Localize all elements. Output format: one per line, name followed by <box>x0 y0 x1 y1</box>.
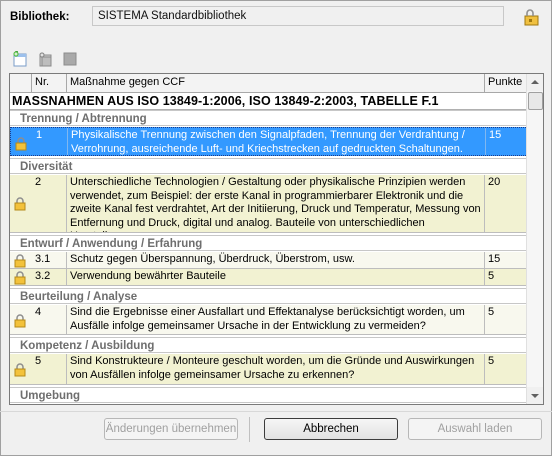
lock-icon <box>14 363 26 377</box>
divider <box>0 411 552 412</box>
apply-changes-button[interactable]: Änderungen übernehmen <box>104 418 238 440</box>
lock-icon <box>15 137 27 151</box>
header-lock-col[interactable] <box>10 74 32 92</box>
table-row[interactable]: 3.2 Verwendung bewährter Bauteile 5 <box>10 269 528 286</box>
group-header[interactable]: Entwurf / Anwendung / Erfahrung <box>10 235 528 251</box>
library-label: Bibliothek: <box>10 11 70 23</box>
table-row[interactable]: 3.1 Schutz gegen Überspannung, Überdruck… <box>10 252 528 269</box>
lock-icon <box>14 254 26 268</box>
row-nr: 2 <box>32 175 67 232</box>
row-measure: Verwendung bewährter Bauteile <box>67 269 485 285</box>
header-measure[interactable]: Maßnahme gegen CCF <box>67 74 485 92</box>
row-measure: Sind Konstrukteure / Monteure geschult w… <box>67 354 485 384</box>
divider <box>249 417 250 442</box>
add-icon[interactable] <box>12 51 28 67</box>
lock-icon <box>14 314 26 328</box>
header-nr[interactable]: Nr. <box>32 74 67 92</box>
library-field[interactable]: SISTEMA Standardbibliothek <box>92 6 504 26</box>
vertical-scrollbar[interactable] <box>526 74 543 404</box>
row-nr: 3.2 <box>32 269 67 285</box>
table-row[interactable]: 5 Sind Konstrukteure / Monteure geschult… <box>10 354 528 385</box>
row-measure: Physikalische Trennung zwischen den Sign… <box>68 128 486 155</box>
table-title: MASSNAHMEN AUS ISO 13849-1:2006, ISO 138… <box>10 93 530 110</box>
group-header[interactable]: Trennung / Abtrennung <box>10 110 528 126</box>
row-nr: 3.1 <box>32 252 67 268</box>
row-measure: Sind die Ergebnisse einer Ausfallart und… <box>67 305 485 334</box>
chevron-down-icon <box>531 394 539 398</box>
table-row[interactable]: 4 Sind die Ergebnisse einer Ausfallart u… <box>10 305 528 335</box>
lock-icon <box>14 271 26 285</box>
group-header[interactable]: Umgebung <box>10 387 528 403</box>
table-row[interactable]: 1 Physikalische Trennung zwischen den Si… <box>10 127 529 156</box>
scroll-up-button[interactable] <box>527 74 543 91</box>
load-selection-button[interactable]: Auswahl laden <box>408 418 542 440</box>
scroll-down-button[interactable] <box>527 387 543 404</box>
row-measure: Unterschiedliche Technologien / Gestaltu… <box>67 175 485 232</box>
group-header[interactable]: Kompetenz / Ausbildung <box>10 337 528 353</box>
group-header[interactable]: Beurteilung / Analyse <box>10 288 528 304</box>
row-points: 5 <box>485 305 528 334</box>
row-nr: 4 <box>32 305 67 334</box>
scroll-thumb[interactable] <box>528 92 543 110</box>
table-header: Nr. Maßnahme gegen CCF Punkte <box>10 74 528 93</box>
row-points: 5 <box>485 269 528 285</box>
delete-icon[interactable] <box>62 51 78 67</box>
measures-table: Nr. Maßnahme gegen CCF Punkte MASSNAHMEN… <box>9 73 544 405</box>
row-nr: 1 <box>33 128 68 155</box>
lock-icon <box>14 197 26 211</box>
row-points: 15 <box>486 128 529 155</box>
cancel-button[interactable]: Abbrechen <box>264 418 398 440</box>
row-nr: 5 <box>32 354 67 384</box>
row-measure: Schutz gegen Überspannung, Überdruck, Üb… <box>67 252 485 268</box>
chevron-up-icon <box>531 80 539 84</box>
row-points: 15 <box>485 252 528 268</box>
lock-folder-icon[interactable] <box>522 9 540 27</box>
group-header[interactable]: Diversität <box>10 158 528 174</box>
table-row[interactable]: 2 Unterschiedliche Technologien / Gestal… <box>10 175 528 233</box>
row-points: 5 <box>485 354 528 384</box>
row-points: 20 <box>485 175 528 232</box>
header-points[interactable]: Punkte <box>485 74 528 92</box>
add-child-icon[interactable] <box>37 51 53 67</box>
